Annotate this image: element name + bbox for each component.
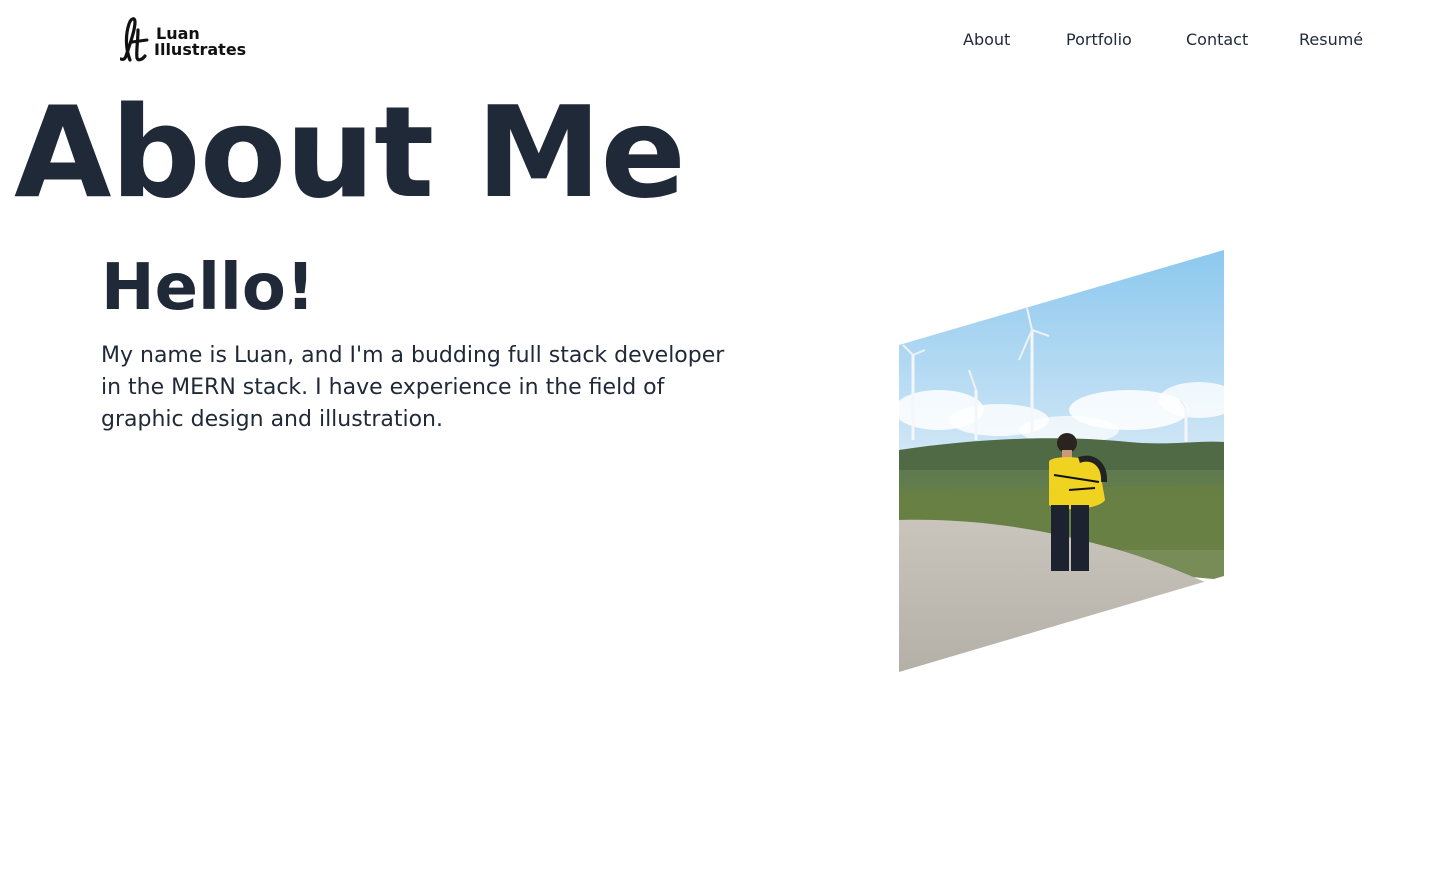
greeting-heading: Hello! [101, 251, 315, 325]
nav-link-contact[interactable]: Contact [1186, 30, 1248, 49]
nav-link-resume[interactable]: Resumé [1299, 30, 1363, 49]
logo-wordmark: Luan Illustrates [154, 26, 246, 58]
site-logo[interactable]: Luan Illustrates [120, 16, 246, 62]
profile-photo [899, 250, 1224, 672]
logo-line-2: Illustrates [154, 40, 247, 59]
page-title: About Me [14, 79, 686, 226]
about-page: Luan Illustrates About Portfolio Contact… [0, 0, 1455, 885]
logo-lt-icon [120, 17, 149, 62]
nav-link-about[interactable]: About [963, 30, 1010, 49]
nav-link-portfolio[interactable]: Portfolio [1066, 30, 1132, 49]
bio-text: My name is Luan, and I'm a budding full … [101, 343, 725, 432]
